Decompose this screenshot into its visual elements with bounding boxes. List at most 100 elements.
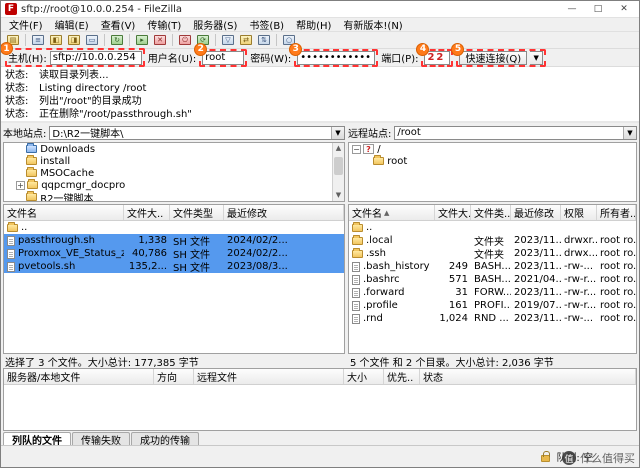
file-type: BASH... — [471, 260, 511, 273]
queue-column-remote-file[interactable]: 远程文件 — [194, 369, 344, 384]
tab-failed-transfers[interactable]: 传输失败 — [72, 432, 130, 445]
tree-item-root-slash[interactable]: − ? / — [349, 143, 636, 155]
file-row[interactable]: .rnd 1,024 RND ... 2023/11... -rw-... ro… — [349, 312, 636, 325]
local-site-combo[interactable]: D:\R2一键脚本\ ▼ — [49, 126, 345, 140]
file-modified: 2023/08/3... — [224, 260, 344, 273]
scroll-down-icon[interactable]: ▼ — [333, 190, 344, 201]
synchronized-browsing-icon[interactable]: ⇅ — [255, 33, 273, 48]
queue-column-size[interactable]: 大小 — [344, 369, 384, 384]
queue-column-status[interactable]: 状态 — [420, 369, 636, 384]
disconnect-icon[interactable]: ⏻ — [176, 33, 194, 48]
menu-transfer[interactable]: 传输(T) — [141, 17, 187, 32]
queue-column-direction[interactable]: 方向 — [154, 369, 194, 384]
file-row[interactable]: .bash_history 249 BASH... 2023/11... -rw… — [349, 260, 636, 273]
tree-item-root[interactable]: root — [349, 155, 636, 167]
file-name: .forward — [363, 287, 405, 298]
maximize-button[interactable]: □ — [585, 2, 611, 17]
tree-item-downloads[interactable]: Downloads — [4, 143, 344, 155]
log-message: 读取目录列表... — [39, 69, 109, 82]
column-header-size[interactable]: 文件大... — [435, 205, 471, 220]
file-row[interactable]: .local 文件夹 2023/11... drwxr... root ro..… — [349, 234, 636, 247]
file-row[interactable]: .ssh 文件夹 2023/11... drwx... root ro... — [349, 247, 636, 260]
file-modified — [224, 221, 344, 234]
folder-icon — [7, 224, 18, 232]
tab-successful-transfers[interactable]: 成功的传输 — [131, 432, 199, 445]
column-header-name[interactable]: 文件名▲ — [349, 205, 435, 220]
toggle-local-tree-icon[interactable]: ◧ — [47, 33, 65, 48]
tree-item-msocache[interactable]: MSOCache — [4, 167, 344, 179]
menu-server[interactable]: 服务器(S) — [187, 17, 243, 32]
minimize-button[interactable]: — — [559, 2, 585, 17]
queue-column-priority[interactable]: 优先.. — [384, 369, 420, 384]
column-header-type[interactable]: 文件类... — [471, 205, 511, 220]
column-header-permissions[interactable]: 权限 — [561, 205, 597, 220]
log-type: 状态: — [5, 69, 39, 82]
column-header-owner[interactable]: 所有者... — [597, 205, 636, 220]
file-row[interactable]: .bashrc 571 BASH... 2021/04... -rw-r... … — [349, 273, 636, 286]
log-line: 状态: 读取目录列表... — [5, 69, 635, 82]
queue-column-server-local[interactable]: 服务器/本地文件 — [4, 369, 154, 384]
annotation-box-password: 3 •••••••••••• — [294, 49, 378, 67]
file-name: .ssh — [366, 248, 386, 259]
quickconnect-button[interactable]: 快速连接(Q) — [459, 51, 527, 65]
file-name: pvetools.sh — [18, 261, 75, 272]
host-input[interactable]: sftp://10.0.0.254 — [50, 51, 142, 65]
menu-view[interactable]: 查看(V) — [95, 17, 142, 32]
file-row[interactable]: .profile 161 PROFI... 2019/07... -rw-r..… — [349, 299, 636, 312]
tab-queued-files[interactable]: 列队的文件 — [3, 432, 71, 445]
chevron-down-icon[interactable]: ▼ — [623, 127, 636, 139]
scrollbar-thumb[interactable] — [334, 157, 343, 175]
file-name: .profile — [363, 300, 398, 311]
expander-plus-icon[interactable]: + — [16, 181, 25, 190]
filezilla-app-icon: F — [5, 3, 17, 15]
tree-item-r2-script[interactable]: R2一键脚本 — [4, 191, 344, 202]
file-row-parent[interactable]: .. — [4, 221, 344, 234]
file-owner: root ro... — [597, 247, 636, 260]
menu-edit[interactable]: 编辑(E) — [49, 17, 95, 32]
menu-bookmarks[interactable]: 书签(B) — [243, 17, 290, 32]
downloads-folder-icon — [26, 145, 37, 153]
lock-icon[interactable] — [541, 455, 550, 462]
filter-icon[interactable]: ▽ — [219, 33, 237, 48]
port-label: 端口(P): — [381, 50, 418, 65]
file-row-selected[interactable]: passthrough.sh 1,338 SH 文件 2024/02/2... — [4, 234, 344, 247]
username-input[interactable]: root — [202, 51, 244, 65]
file-row-parent[interactable]: .. — [349, 221, 636, 234]
local-tree-scrollbar[interactable]: ▲ ▼ — [332, 143, 344, 201]
file-icon — [352, 262, 360, 272]
annotation-badge-3: 3 — [289, 43, 302, 56]
remote-site-combo[interactable]: /root ▼ — [394, 126, 637, 140]
column-header-modified[interactable]: 最近修改 — [224, 205, 344, 220]
process-queue-icon[interactable]: ▸ — [133, 33, 151, 48]
host-label: 主机(H): — [8, 50, 47, 65]
file-row-selected[interactable]: pvetools.sh 135,2... SH 文件 2023/08/3... — [4, 260, 344, 273]
file-row-selected[interactable]: Proxmox_VE_Status_zh.sh 40,786 SH 文件 202… — [4, 247, 344, 260]
expander-minus-icon[interactable]: − — [352, 145, 361, 154]
column-header-name[interactable]: 文件名 — [4, 205, 124, 220]
file-size: 161 — [435, 299, 471, 312]
password-input[interactable]: •••••••••••• — [297, 51, 375, 65]
menu-new-version[interactable]: 有新版本!(N) — [337, 17, 408, 32]
port-input[interactable]: 22 — [424, 51, 450, 65]
chevron-down-icon[interactable]: ▼ — [331, 127, 344, 139]
quickconnect-dropdown-icon[interactable]: ▼ — [530, 51, 543, 65]
toggle-remote-tree-icon[interactable]: ◨ — [65, 33, 83, 48]
toggle-message-log-icon[interactable]: ≡ — [29, 33, 47, 48]
directory-comparison-icon[interactable]: ⇄ — [237, 33, 255, 48]
refresh-icon[interactable]: ↻ — [108, 33, 126, 48]
close-button[interactable]: ✕ — [611, 2, 637, 17]
toggle-transfer-queue-icon[interactable]: ▭ — [83, 33, 101, 48]
file-permissions — [561, 221, 597, 234]
log-message: Listing directory /root — [39, 82, 146, 95]
cancel-icon[interactable]: ✕ — [151, 33, 169, 48]
column-header-type[interactable]: 文件类型 — [170, 205, 224, 220]
file-size: 1,338 — [124, 234, 170, 247]
file-row[interactable]: .forward 31 FORW... 2023/11... -rw-r... … — [349, 286, 636, 299]
menu-help[interactable]: 帮助(H) — [290, 17, 337, 32]
menu-file[interactable]: 文件(F) — [3, 17, 49, 32]
sort-ascending-icon: ▲ — [384, 209, 389, 217]
column-header-modified[interactable]: 最近修改 — [511, 205, 561, 220]
scroll-up-icon[interactable]: ▲ — [333, 143, 344, 154]
tree-item-install[interactable]: install — [4, 155, 344, 167]
column-header-size[interactable]: 文件大.. — [124, 205, 170, 220]
